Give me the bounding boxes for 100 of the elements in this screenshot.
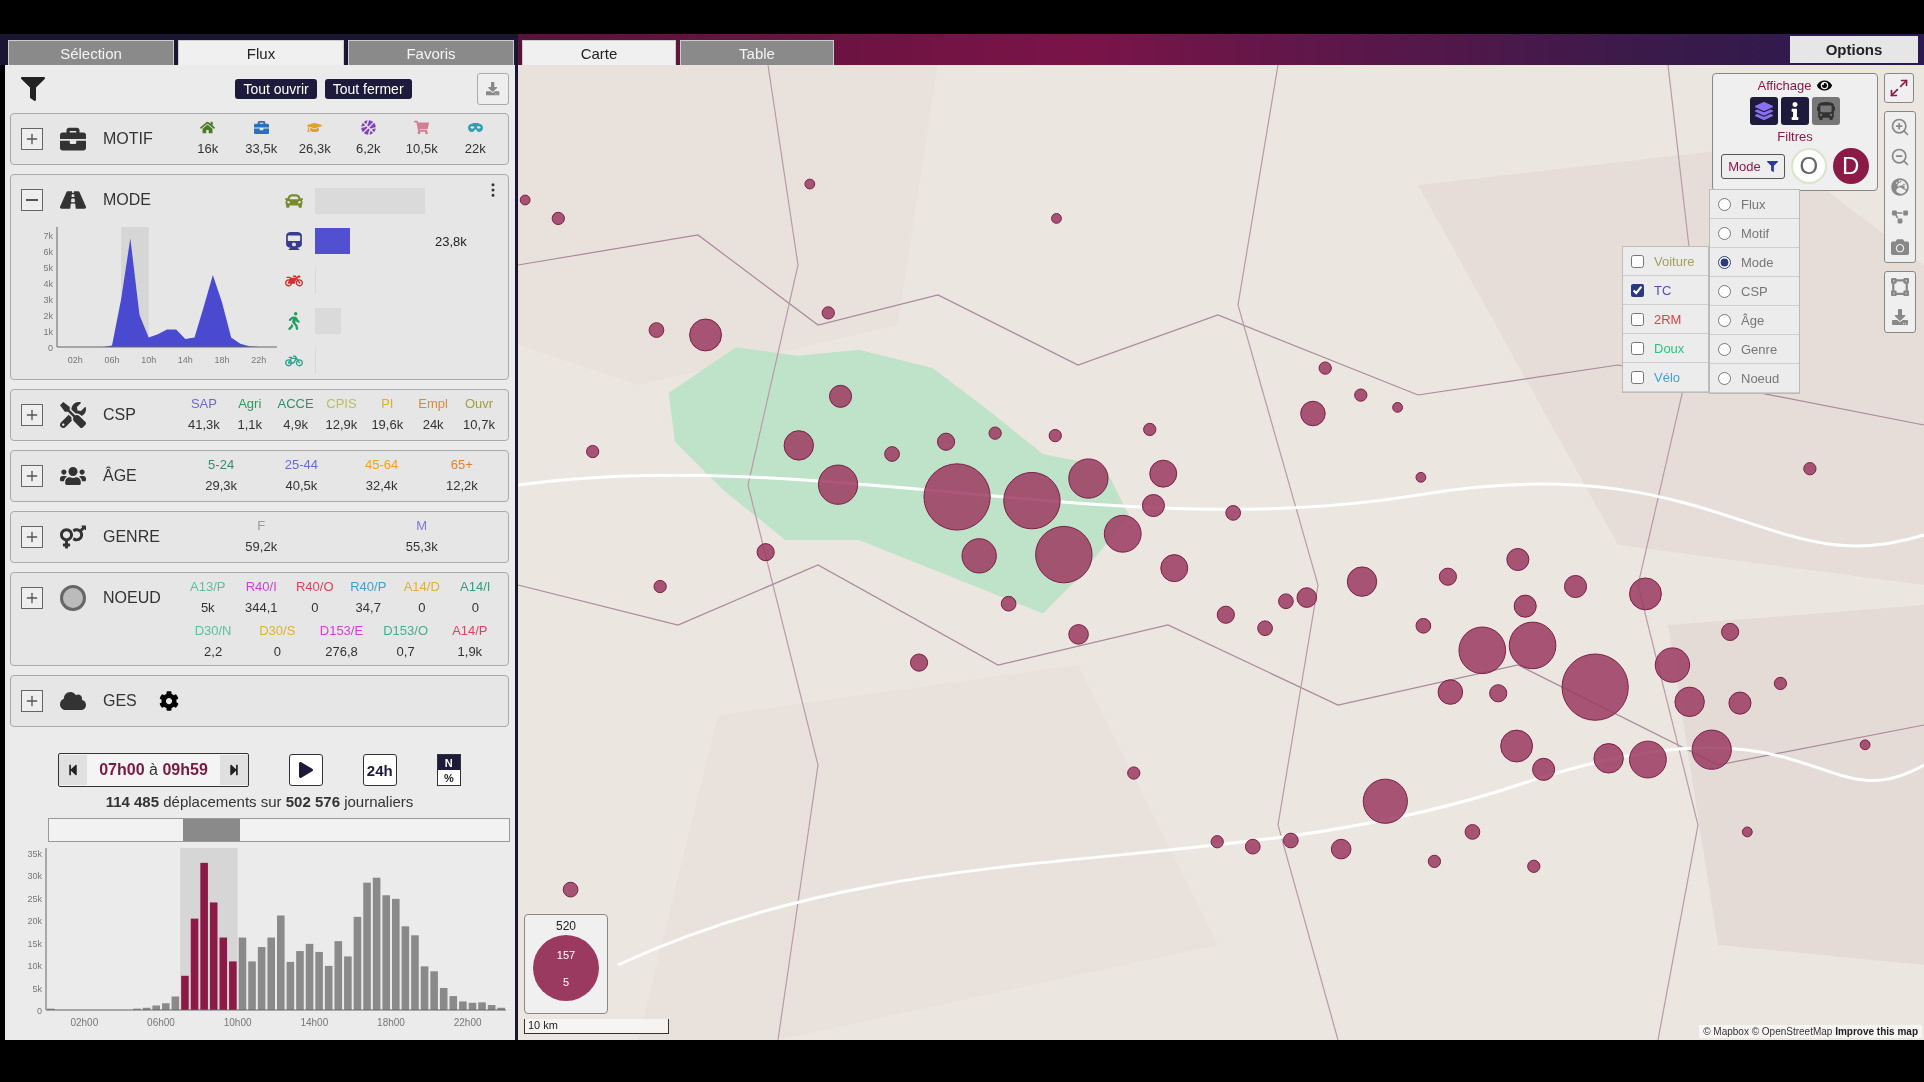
category-value: 19,6k [371,417,404,432]
variable-label: Âge [1741,312,1766,328]
category-value: 0 [311,600,319,615]
tick-label: 06h [104,355,120,365]
legend-value: 157 [556,948,576,961]
category-value: 26,3k [298,141,331,156]
tick-label: 10h00 [223,1017,252,1028]
scale-bar: 10 km [524,1019,669,1034]
category-value: 34,7 [355,600,381,615]
category-label: 65+ [450,457,473,472]
mode-label: 2RM [1654,311,1683,327]
tick-label: 02h [67,355,83,365]
tick-label: 0 [48,343,53,353]
category-value: 12,9k [325,417,358,432]
category-label: ACCE [277,396,314,411]
category-value: 0 [418,600,426,615]
tick-label: 5k [32,983,42,994]
category-value: 4,9k [283,417,308,432]
category-value: 33,5k [245,141,278,156]
category-value: 22k [464,141,486,156]
category-value: 32,4k [365,478,398,493]
tick-label: 14h00 [299,1017,328,1028]
tick-label: 5k [43,263,53,273]
category-label: Empl [418,396,448,411]
tick-label: 7k [43,231,53,241]
tick-label: 10h [141,355,157,365]
time-range: 07h00 à 09h59 [98,761,209,779]
tick-label: 1k [43,327,53,337]
legend-value: 5 [562,975,570,988]
category-value: 1,1k [237,417,263,432]
tick-label: 20k [27,916,42,926]
tick-label: 22h [251,355,267,365]
category-label: A14/D [403,579,440,594]
category-label: D153/E [319,623,364,638]
variable-label: Flux [1741,196,1767,212]
category-value: 6,2k [355,141,381,156]
category-label: R40/I [245,579,277,594]
section-title: MODE [103,191,151,209]
tick-label: 06h00 [146,1017,175,1028]
mode-label: Vélo [1654,369,1682,385]
category-label: A13/P [190,579,226,594]
category-value: 10,5k [405,141,438,156]
category-value: 40,5k [285,478,318,493]
panel-title: Filtres [1777,129,1813,144]
category-label: A14/I [460,579,491,594]
tick-label: 15k [27,938,42,949]
section-title: GES [103,692,137,710]
category-value: 12,2k [445,478,478,493]
tick-label: 18h [214,355,230,365]
mode-label: Doux [1654,340,1686,356]
category-value: 0 [471,600,479,615]
variable-label: Mode [1741,254,1775,270]
variable-label: Noeud [1741,370,1781,386]
category-value: 55,3k [405,539,438,554]
legend-total: 520 [556,919,576,933]
category-label: M [416,518,428,533]
tick-label: 3k [43,295,53,305]
category-label: D30/S [259,623,296,638]
tick-label: 25k [27,893,42,904]
section-title: ÂGE [103,467,137,485]
category-label: D30/N [194,623,232,638]
tick-label: 35k [27,848,42,859]
category-value: 0 [273,644,281,659]
section-title: GENRE [103,528,160,546]
category-label: SAP [190,396,217,411]
tick-label: 2k [43,311,53,321]
section-title: CSP [103,406,136,424]
mode-label: TC [1654,282,1673,298]
category-label: Ouvr [464,396,494,411]
variable-label: CSP [1741,283,1769,299]
variable-label: Motif [1741,225,1771,241]
category-value: 1,9k [457,644,483,659]
category-value: 0,7 [396,644,415,659]
category-value: 5k [200,600,215,615]
tick-label: 02h00 [69,1017,98,1028]
category-value: 10,7k [463,417,495,432]
mode-label: Voiture [1654,253,1696,269]
panel-title: Affichage [1757,78,1812,93]
category-label: CPIS [326,396,357,411]
category-value: 59,2k [245,539,278,554]
variable-label: Genre [1741,341,1779,357]
category-label: F [257,518,266,533]
tick-label: 0 [36,1006,42,1016]
category-value: 29,3k [205,478,238,493]
section-title: MOTIF [103,130,153,148]
map-attribution: © Mapbox © OpenStreetMap Improve this map [1699,1025,1922,1038]
category-value: 344,1 [244,600,278,615]
category-value: 2,2 [204,644,223,659]
category-label: D153/O [383,623,429,638]
tick-label: 10k [27,961,42,971]
category-label: PI [381,396,394,411]
category-label: 45-64 [365,457,399,472]
trip-summary: 114 485 déplacements sur 502 576 journaliers [105,793,414,810]
category-value: 41,3k [188,417,220,432]
category-label: Agri [238,396,262,411]
category-value: 16k [197,141,219,156]
mode-value: 23,8k [435,233,467,249]
section-title: NOEUD [103,589,161,607]
category-label: A14/P [452,623,488,638]
tick-label: 18h00 [376,1017,405,1028]
